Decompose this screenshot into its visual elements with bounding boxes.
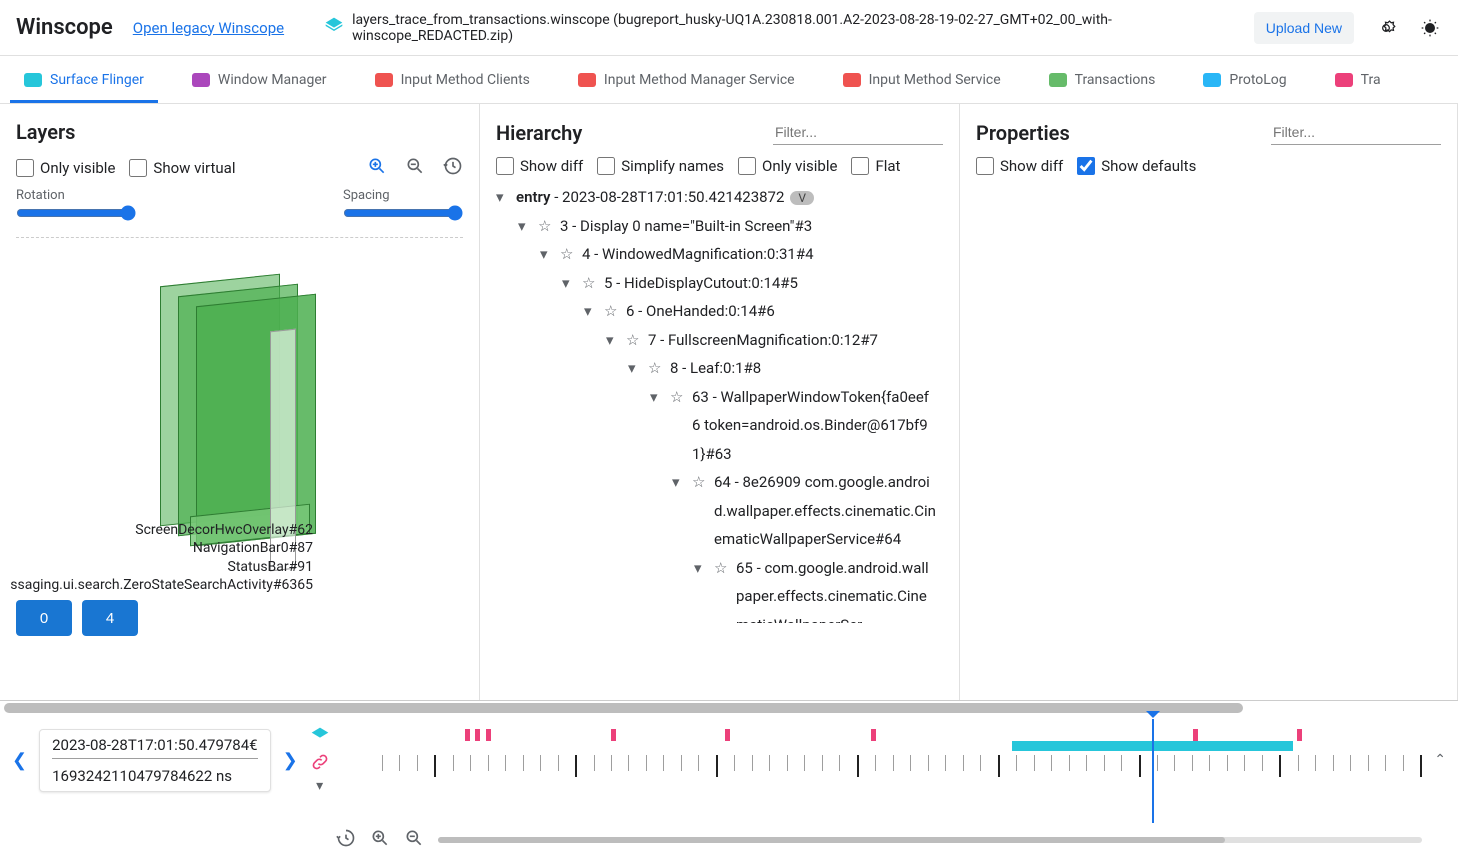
- spacing-label: Spacing: [343, 188, 463, 203]
- timestamp-box: 2023-08-28T17:01:50.479784€ 169324211047…: [39, 729, 271, 792]
- layers-icon: [310, 726, 330, 746]
- zoom-range-slider[interactable]: [438, 837, 1422, 843]
- spacing-slider[interactable]: [343, 205, 463, 221]
- zoom-out-icon[interactable]: [405, 156, 425, 180]
- tab-icon: [578, 73, 596, 87]
- hierarchy-title: Hierarchy: [496, 121, 582, 145]
- simplify-names-checkbox[interactable]: Simplify names: [597, 157, 724, 175]
- hierarchy-panel: Hierarchy Show diff Simplify names Only …: [480, 104, 960, 700]
- tree-node[interactable]: ▾☆7 - FullscreenMagnification:0:12#7: [606, 326, 937, 355]
- show-virtual-checkbox[interactable]: Show virtual: [129, 159, 235, 177]
- tree-node[interactable]: ▾☆3 - Display 0 name="Built-in Screen"#3: [518, 212, 937, 241]
- track-selector[interactable]: ▾: [310, 726, 330, 794]
- tab-icon: [843, 73, 861, 87]
- flat-checkbox[interactable]: Flat: [851, 157, 900, 175]
- layers-panel: Layers Only visible Show virtual Rotatio…: [0, 104, 480, 700]
- chevron-down-icon[interactable]: ▾: [316, 778, 323, 794]
- tree-node[interactable]: ▾☆4 - WindowedMagnification:0:31#4: [540, 240, 937, 269]
- layer-3d-view[interactable]: ScreenDecorHwcOverlay#62 NavigationBar0#…: [16, 250, 463, 590]
- link-icon: [310, 752, 330, 772]
- tree-node-entry[interactable]: ▾ entry - 2023-08-28T17:01:50.421423872V: [496, 183, 937, 212]
- layer-labels: ScreenDecorHwcOverlay#62 NavigationBar0#…: [10, 521, 313, 594]
- tree-node[interactable]: ▾☆63 - WallpaperWindowToken{fa0eef6 toke…: [650, 383, 937, 469]
- tab-icon: [192, 73, 210, 87]
- tab-icon: [1049, 73, 1067, 87]
- rotation-label: Rotation: [16, 188, 136, 203]
- zoom-in-icon[interactable]: [370, 828, 390, 852]
- upload-new-button[interactable]: Upload New: [1254, 12, 1354, 44]
- tab-input-method-service[interactable]: Input Method Service: [819, 56, 1025, 103]
- tab-bar: Surface FlingerWindow ManagerInput Metho…: [0, 56, 1458, 104]
- properties-filter-input[interactable]: [1271, 120, 1441, 145]
- timestamp-ns[interactable]: 1693242110479784622 ns: [52, 767, 258, 785]
- horizontal-scroll-thumb[interactable]: [4, 703, 1243, 713]
- app-title: Winscope: [16, 15, 113, 40]
- only-visible-checkbox[interactable]: Only visible: [16, 159, 115, 177]
- history-icon[interactable]: [443, 156, 463, 180]
- theme-icon[interactable]: [1418, 16, 1442, 40]
- tab-icon: [375, 73, 393, 87]
- display-4-button[interactable]: 4: [82, 600, 138, 636]
- tab-window-manager[interactable]: Window Manager: [168, 56, 351, 103]
- next-frame-button[interactable]: ❯: [283, 750, 298, 771]
- show-diff-checkbox[interactable]: Show diff: [496, 157, 583, 175]
- chevron-down-icon[interactable]: ▾: [496, 183, 510, 212]
- tree-node[interactable]: ▾☆5 - HideDisplayCutout:0:14#5: [562, 269, 937, 298]
- main-content: Layers Only visible Show virtual Rotatio…: [0, 104, 1458, 700]
- tab-transactions[interactable]: Transactions: [1025, 56, 1180, 103]
- properties-title: Properties: [976, 121, 1070, 145]
- timestamp-human[interactable]: 2023-08-28T17:01:50.479784€: [52, 736, 258, 759]
- app-header: Winscope Open legacy Winscope layers_tra…: [0, 0, 1458, 56]
- prev-frame-button[interactable]: ❮: [12, 750, 27, 771]
- hierarchy-tree[interactable]: ▾ entry - 2023-08-28T17:01:50.421423872V…: [496, 183, 943, 623]
- properties-panel: Properties Show diff Show defaults: [960, 104, 1458, 700]
- tab-icon: [1335, 73, 1353, 87]
- legacy-link[interactable]: Open legacy Winscope: [133, 19, 284, 37]
- timeline-panel: ❮ 2023-08-28T17:01:50.479784€ 1693242110…: [0, 700, 1458, 860]
- brightness-icon[interactable]: [1374, 16, 1398, 40]
- hierarchy-only-visible-checkbox[interactable]: Only visible: [738, 157, 837, 175]
- star-icon[interactable]: ☆: [538, 212, 554, 241]
- rotation-slider[interactable]: [16, 205, 136, 221]
- zoom-in-icon[interactable]: [367, 156, 387, 180]
- tab-icon: [1203, 73, 1221, 87]
- tab-input-method-clients[interactable]: Input Method Clients: [351, 56, 554, 103]
- tab-input-method-manager-service[interactable]: Input Method Manager Service: [554, 56, 819, 103]
- hierarchy-filter-input[interactable]: [773, 120, 943, 145]
- layers-title: Layers: [16, 120, 75, 144]
- tree-node[interactable]: ▾☆64 - 8e26909 com.google.android.wallpa…: [672, 468, 937, 554]
- expand-icon[interactable]: ⌃: [1434, 752, 1446, 768]
- visible-badge: V: [790, 191, 814, 205]
- prop-show-diff-checkbox[interactable]: Show diff: [976, 157, 1063, 175]
- timeline-track[interactable]: [342, 725, 1423, 795]
- zoom-out-icon[interactable]: [404, 828, 424, 852]
- tree-node[interactable]: ▾☆65 - com.google.android.wallpaper.effe…: [694, 554, 937, 624]
- show-defaults-checkbox[interactable]: Show defaults: [1077, 157, 1196, 175]
- file-name: layers_trace_from_transactions.winscope …: [352, 12, 1234, 44]
- display-0-button[interactable]: 0: [16, 600, 72, 636]
- loaded-file-chip: layers_trace_from_transactions.winscope …: [324, 12, 1234, 44]
- layers-icon: [324, 16, 344, 40]
- tab-surface-flinger[interactable]: Surface Flinger: [0, 56, 168, 103]
- tree-node[interactable]: ▾☆6 - OneHanded:0:14#6: [584, 297, 937, 326]
- tab-protolog[interactable]: ProtoLog: [1179, 56, 1310, 103]
- tab-tra[interactable]: Tra: [1311, 56, 1405, 103]
- tree-node[interactable]: ▾☆8 - Leaf:0:1#8: [628, 354, 937, 383]
- reset-zoom-icon[interactable]: [336, 828, 356, 852]
- tab-icon: [24, 73, 42, 87]
- timeline-cursor[interactable]: [1152, 719, 1154, 823]
